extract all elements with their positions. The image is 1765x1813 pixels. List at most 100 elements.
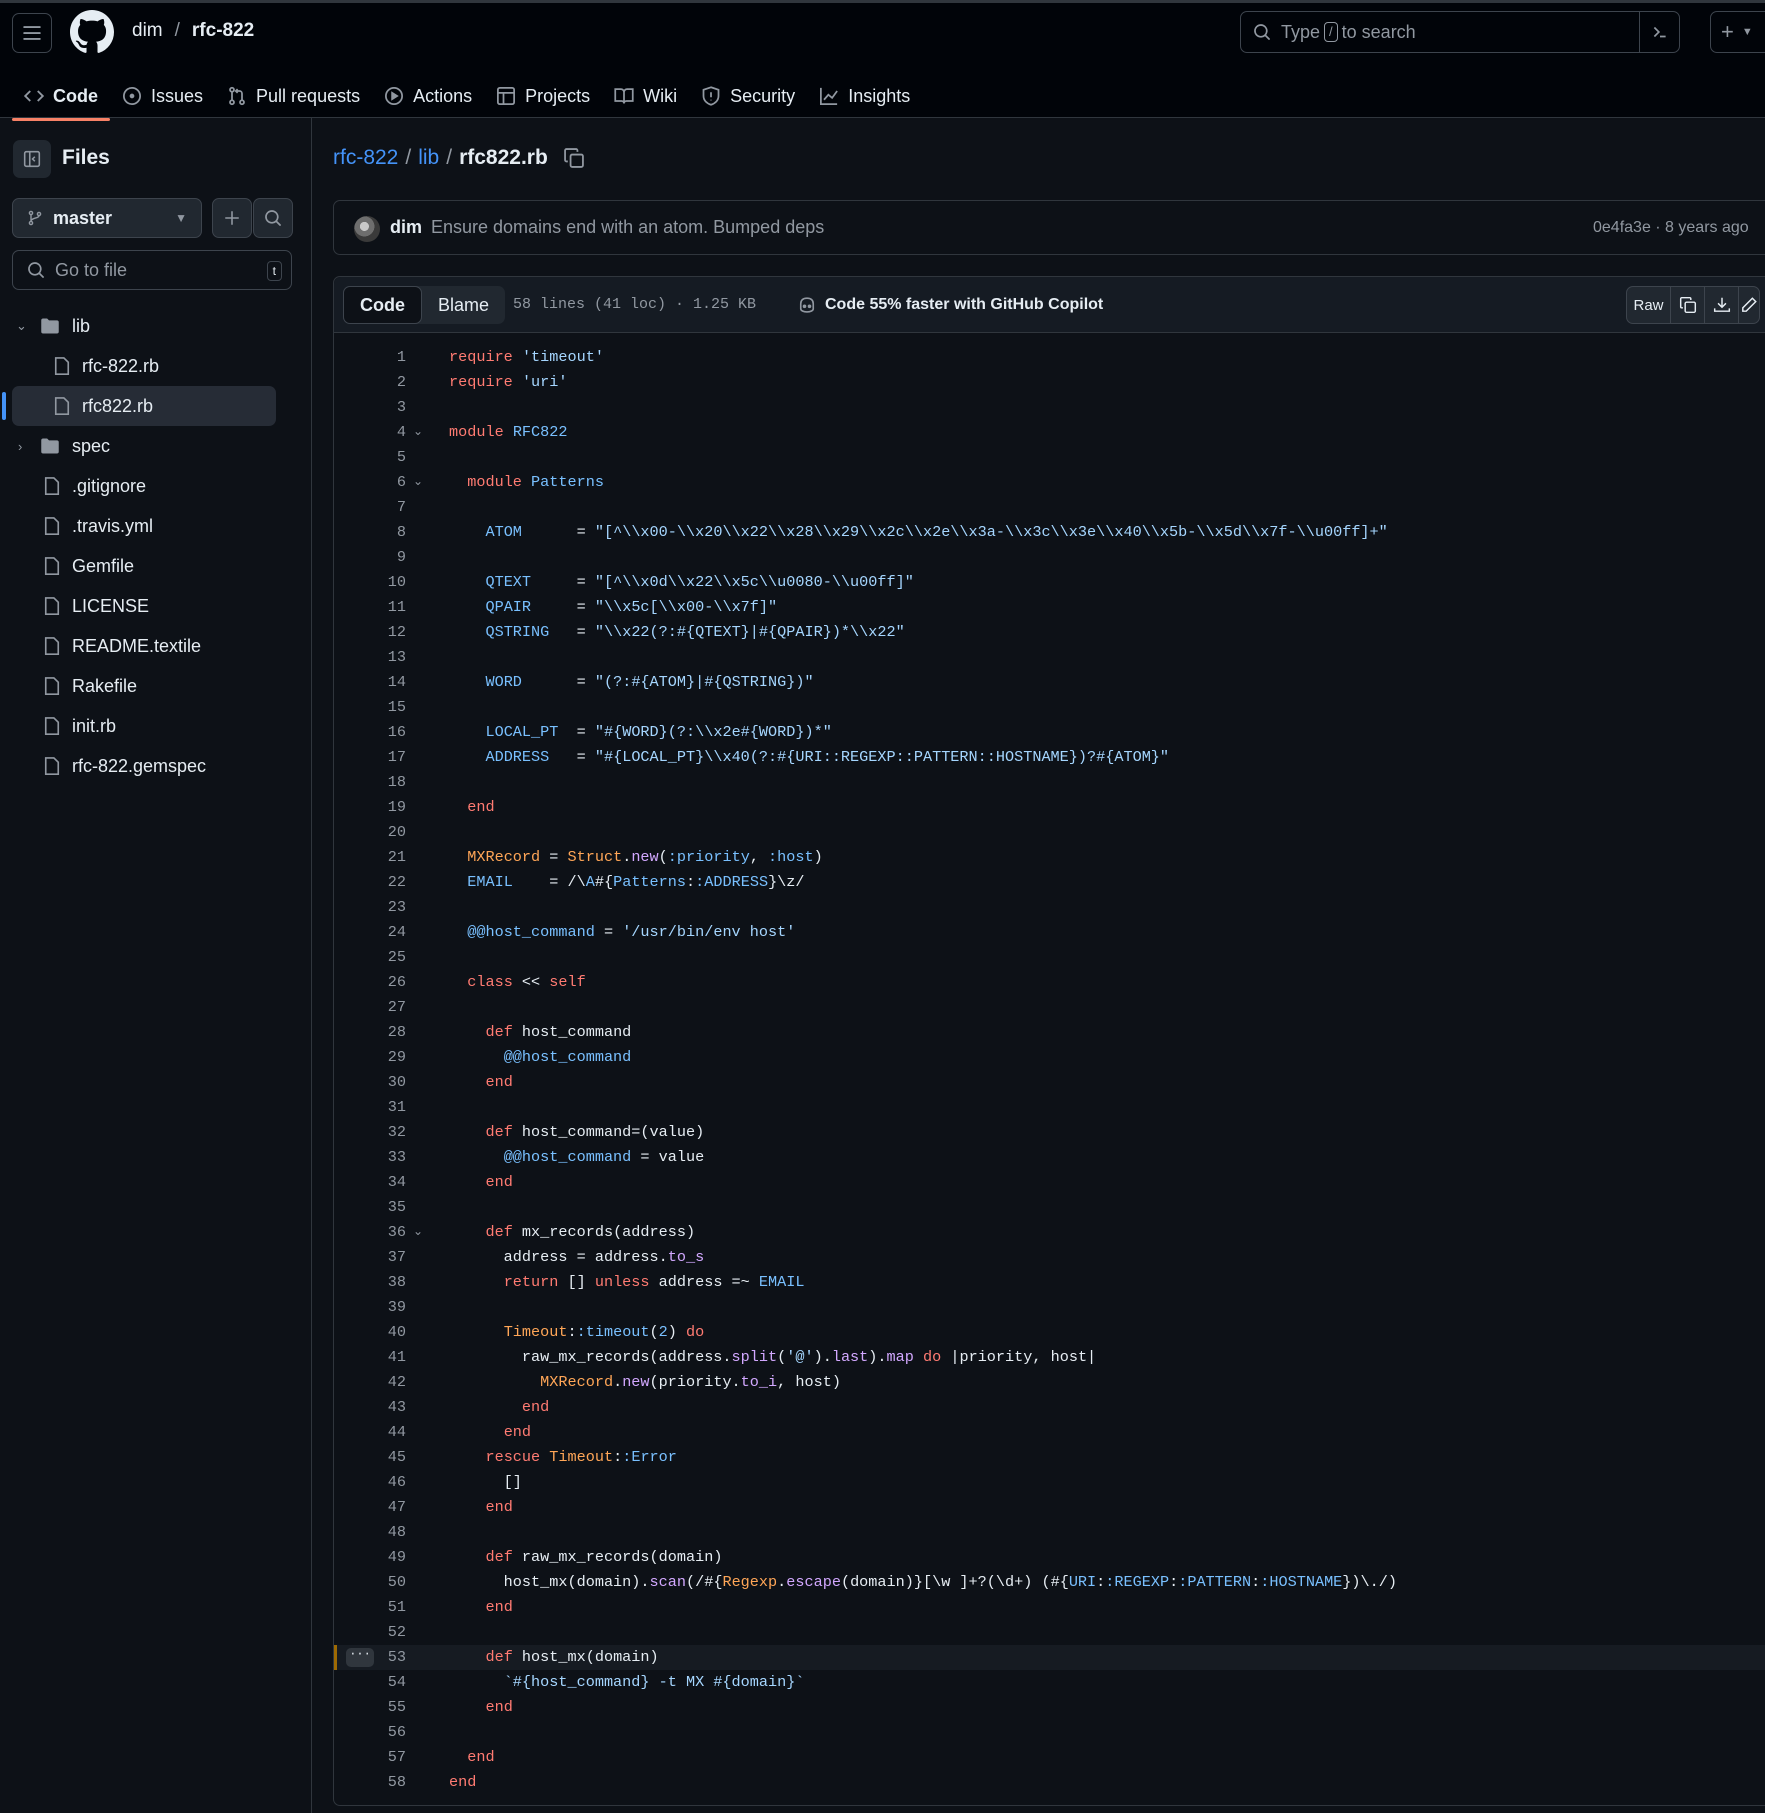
download-button[interactable] [1705,287,1739,323]
search-input[interactable]: Type / to search [1240,11,1680,53]
fold-chevron-icon[interactable]: ⌄ [413,420,423,445]
line-number[interactable]: 36 [334,1220,406,1245]
code-line[interactable]: 11 QPAIR = "\\x5c[\\x00-\\x7f]" [334,595,1765,620]
line-number[interactable]: 43 [334,1395,406,1420]
code-line[interactable]: 31 [334,1095,1765,1120]
code-line[interactable]: 4 ⌄ module RFC822 [334,420,1765,445]
tab-security[interactable]: Security [689,71,807,121]
tree-item-rakefile[interactable]: Rakefile [0,666,312,706]
line-number[interactable]: 23 [334,895,406,920]
code-line[interactable]: 1 require 'timeout' [334,345,1765,370]
copy-raw-button[interactable] [1671,287,1705,323]
create-new-button[interactable]: + ▼ [1710,11,1765,53]
code-line[interactable]: 42 MXRecord.new(priority.to_i, host) [334,1370,1765,1395]
code-line[interactable]: 32 def host_command=(value) [334,1120,1765,1145]
line-number[interactable]: 37 [334,1245,406,1270]
line-number[interactable]: 28 [334,1020,406,1045]
line-number[interactable]: 49 [334,1545,406,1570]
command-palette-button[interactable] [1639,12,1679,52]
code-line[interactable]: 28 def host_command [334,1020,1765,1045]
code-line[interactable]: 45 rescue Timeout::Error [334,1445,1765,1470]
line-number[interactable]: 16 [334,720,406,745]
code-line[interactable]: 25 [334,945,1765,970]
line-number[interactable]: 19 [334,795,406,820]
line-number[interactable]: 45 [334,1445,406,1470]
chevron-down-icon[interactable]: ⌄ [16,318,27,334]
tab-pull-requests[interactable]: Pull requests [215,71,372,121]
code-line[interactable]: 21 MXRecord = Struct.new(:priority, :hos… [334,845,1765,870]
repo-name-link[interactable]: rfc-822 [192,20,254,42]
tree-item-spec[interactable]: › spec [0,426,312,466]
code-line[interactable]: 5 [334,445,1765,470]
line-number[interactable]: 32 [334,1120,406,1145]
tree-item-gemfile[interactable]: Gemfile [0,546,312,586]
code-line[interactable]: 38 return [] unless address =~ EMAIL [334,1270,1765,1295]
github-logo-icon[interactable] [70,10,114,54]
code-line[interactable]: 34 end [334,1170,1765,1195]
code-line[interactable]: 23 [334,895,1765,920]
code-line[interactable]: 46 [] [334,1470,1765,1495]
line-number[interactable]: 13 [334,645,406,670]
go-to-file-input[interactable]: Go to file t [12,250,292,290]
code-line[interactable]: 35 [334,1195,1765,1220]
code-line[interactable]: 19 end [334,795,1765,820]
line-number[interactable]: 38 [334,1270,406,1295]
line-number[interactable]: 30 [334,1070,406,1095]
code-line[interactable]: 55 end [334,1695,1765,1720]
line-number[interactable]: 14 [334,670,406,695]
line-number[interactable]: 29 [334,1045,406,1070]
tree-item-rfc822-rb[interactable]: rfc822.rb [2,386,276,426]
line-number[interactable]: 39 [334,1295,406,1320]
code-line[interactable]: 39 [334,1295,1765,1320]
line-number[interactable]: 35 [334,1195,406,1220]
code-line[interactable]: 57 end [334,1745,1765,1770]
code-line[interactable]: 51 end [334,1595,1765,1620]
edit-button[interactable] [1739,287,1759,323]
code-line[interactable]: 24 @@host_command = '/usr/bin/env host' [334,920,1765,945]
line-number[interactable]: 4 [334,420,406,445]
copilot-promo-link[interactable]: Code 55% faster with GitHub Copilot [797,295,1103,315]
tree-item-gitignore[interactable]: .gitignore [0,466,312,506]
code-line[interactable]: 56 [334,1720,1765,1745]
code-line[interactable]: 18 [334,770,1765,795]
line-number[interactable]: 8 [334,520,406,545]
tab-insights[interactable]: Insights [807,71,922,121]
line-number[interactable]: 52 [334,1620,406,1645]
line-number[interactable]: 21 [334,845,406,870]
line-number[interactable]: 15 [334,695,406,720]
line-number[interactable]: 54 [334,1670,406,1695]
code-line[interactable]: 15 [334,695,1765,720]
collapse-sidebar-button[interactable] [13,140,51,178]
line-number[interactable]: 24 [334,920,406,945]
code-line[interactable]: 54 `#{host_command} -t MX #{domain}` [334,1670,1765,1695]
line-number[interactable]: 40 [334,1320,406,1345]
tab-wiki[interactable]: Wiki [602,71,689,121]
commit-author[interactable]: dim [390,217,422,238]
line-number[interactable]: 22 [334,870,406,895]
code-line[interactable]: 7 [334,495,1765,520]
line-number[interactable]: 27 [334,995,406,1020]
tree-item-readme[interactable]: README.textile [0,626,312,666]
code-line[interactable]: 14 WORD = "(?:#{ATOM}|#{QSTRING})" [334,670,1765,695]
line-number[interactable]: 11 [334,595,406,620]
line-number[interactable]: 17 [334,745,406,770]
line-number[interactable]: 5 [334,445,406,470]
line-number[interactable]: 46 [334,1470,406,1495]
commit-meta[interactable]: 0e4fa3e · 8 years ago [1593,219,1749,237]
code-line[interactable]: 41 raw_mx_records(address.split('@').las… [334,1345,1765,1370]
line-number[interactable]: 56 [334,1720,406,1745]
line-number[interactable]: 47 [334,1495,406,1520]
line-number[interactable]: 18 [334,770,406,795]
code-line[interactable]: 29 @@host_command [334,1045,1765,1070]
tab-code[interactable]: Code [12,71,110,121]
line-number[interactable]: 55 [334,1695,406,1720]
code-line[interactable]: 27 [334,995,1765,1020]
code-line[interactable]: 10 QTEXT = "[^\\x0d\\x22\\x5c\\u0080-\\u… [334,570,1765,595]
line-number[interactable]: 12 [334,620,406,645]
line-number[interactable]: 48 [334,1520,406,1545]
tab-issues[interactable]: Issues [110,71,215,121]
code-line[interactable]: 16 LOCAL_PT = "#{WORD}(?:\\x2e#{WORD})*" [334,720,1765,745]
tree-item-gemspec[interactable]: rfc-822.gemspec [0,746,312,786]
branch-selector[interactable]: master ▼ [12,198,202,238]
fold-chevron-icon[interactable]: ⌄ [413,1220,423,1245]
